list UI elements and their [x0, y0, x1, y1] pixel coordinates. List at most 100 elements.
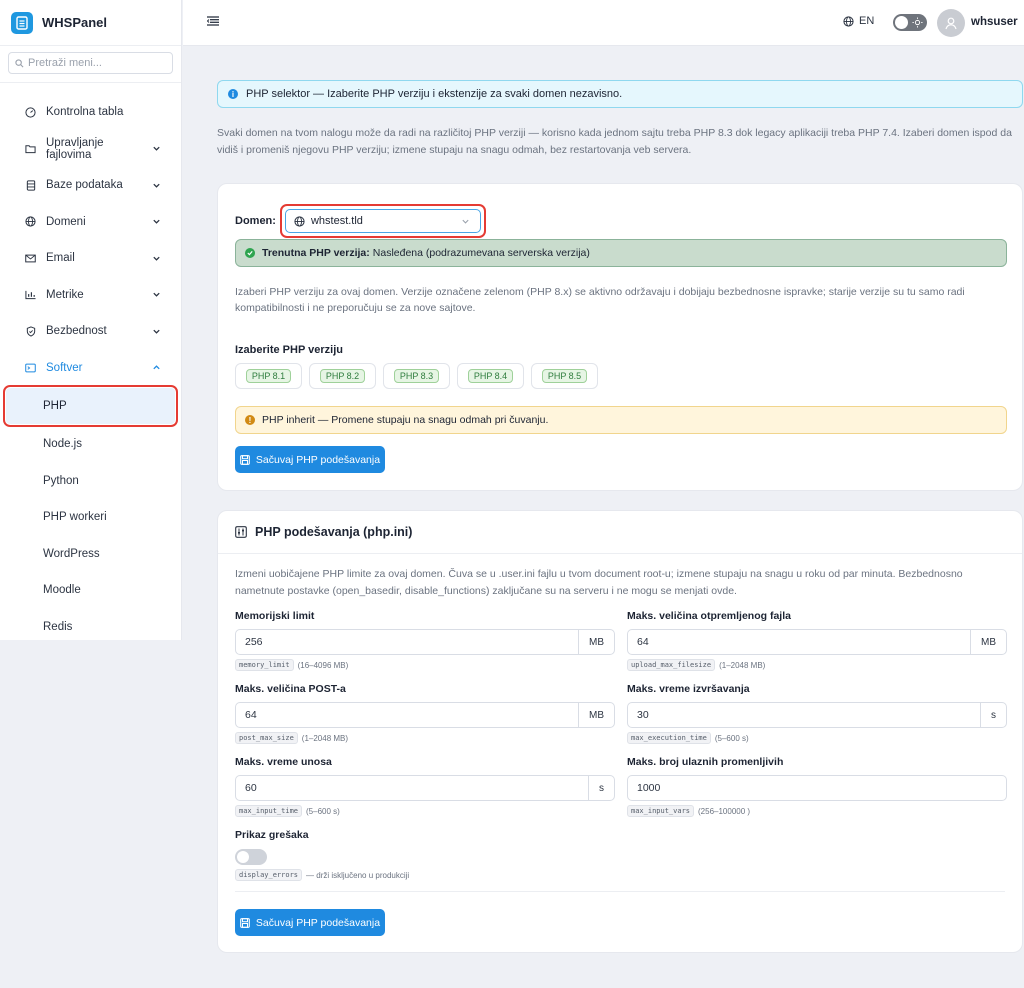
field-label: Maks. veličina POST-a [235, 683, 346, 695]
toggle-knob [237, 851, 249, 863]
version-option-php83[interactable]: PHP 8.3 [383, 363, 450, 389]
sidebar-item-databases[interactable]: Baze podataka [0, 167, 181, 204]
upload-max-filesize-input[interactable]: 64 MB [627, 629, 1007, 655]
sidebar-subitem-php[interactable]: PHP [3, 385, 178, 427]
input-value: 256 [245, 636, 263, 648]
current-version-label: Trenutna PHP verzija: [262, 247, 370, 259]
post-max-size-field: Maks. veličina POST-a 64 MB post_max_siz… [235, 683, 615, 744]
save-button-label: Sačuvaj PHP podešavanja [255, 916, 381, 929]
inherit-warning-alert: ! PHP inherit — Promene stupaju na snagu… [235, 406, 1007, 434]
sidebar-item-label: Kontrolna tabla [46, 106, 124, 119]
sidebar-item-dashboard[interactable]: Kontrolna tabla [0, 94, 181, 131]
sidebar-item-software[interactable]: Softver [0, 350, 181, 387]
domain-label: Domen: [235, 215, 276, 227]
sidebar-item-files[interactable]: Upravljanje fajlovima [0, 131, 181, 168]
toggle-knob [895, 16, 908, 29]
chevron-up-icon [153, 365, 160, 370]
chevron-down-icon [462, 219, 469, 224]
input-unit: s [980, 703, 1006, 727]
current-version-value: Nasleđena (podrazumevana serverska verzi… [372, 247, 590, 259]
max-input-vars-input[interactable]: 1000 [627, 775, 1007, 801]
version-option-php82[interactable]: PHP 8.2 [309, 363, 376, 389]
sidebar-subitem-nodejs[interactable]: Node.js [0, 426, 181, 463]
input-unit: MB [970, 630, 1006, 654]
input-value: 64 [245, 709, 257, 721]
sidebar-item-domains[interactable]: Domeni [0, 204, 181, 241]
sidebar-item-label: Email [46, 252, 75, 265]
chart-icon [25, 289, 36, 300]
field-label: Memorijski limit [235, 610, 315, 622]
max-input-time-field: Maks. vreme unosa 60 s max_input_time (5–… [235, 756, 615, 817]
post-max-size-input[interactable]: 64 MB [235, 702, 615, 728]
save-button-label: Sačuvaj PHP podešavanja [255, 453, 381, 466]
sidebar-subitem-wordpress[interactable]: WordPress [0, 536, 181, 573]
range-hint: (1–2048 MB) [719, 660, 766, 670]
field-hint: display_errors — drži isključeno u produk… [235, 869, 615, 881]
sidebar-subitem-php-workers[interactable]: PHP workeri [0, 499, 181, 536]
range-hint: (5–600 s) [714, 733, 749, 743]
sidebar-subitem-moodle[interactable]: Moodle [0, 572, 181, 609]
field-hint: post_max_size (1–2048 MB) [235, 732, 615, 744]
chevron-down-icon [153, 146, 160, 151]
theme-toggle[interactable] [893, 14, 927, 31]
sidebar-item-label: Bezbednost [46, 325, 107, 338]
save-php-ini-button[interactable]: Sačuvaj PHP podešavanja [235, 909, 385, 936]
domain-select-value: whstest.tld [310, 215, 363, 227]
username[interactable]: whsuser [971, 16, 1018, 28]
version-option-php84[interactable]: PHP 8.4 [457, 363, 524, 389]
mail-icon [25, 253, 36, 264]
sidebar-item-email[interactable]: Email [0, 240, 181, 277]
sidebar-item-metrics[interactable]: Metrike [0, 277, 181, 314]
input-value: 1000 [637, 782, 661, 794]
sidebar-item-label: Metrike [46, 288, 84, 301]
display-errors-toggle[interactable] [235, 849, 267, 865]
sidebar: WHSPanel Pretraži meni... Kontrolna tabl… [0, 0, 182, 640]
info-icon: i [228, 89, 238, 99]
brand[interactable]: WHSPanel [0, 0, 181, 46]
save-php-version-button[interactable]: Sačuvaj PHP podešavanja [235, 446, 385, 473]
field-label: Prikaz grešaka [235, 829, 309, 841]
current-version-alert: Trenutna PHP verzija: Nasleđena (podrazu… [235, 239, 1007, 267]
language-switcher[interactable]: EN [843, 15, 874, 27]
globe-icon [843, 15, 854, 27]
ini-key: memory_limit [235, 659, 294, 671]
input-unit: MB [578, 703, 614, 727]
field-hint: memory_limit (16–4096 MB) [235, 659, 615, 671]
field-label: Maks. vreme unosa [235, 756, 332, 768]
field-label: Maks. broj ulaznih promenljivih [627, 756, 784, 768]
domain-select[interactable]: whstest.tld [284, 209, 481, 233]
menu-search-input[interactable]: Pretraži meni... [8, 52, 173, 74]
page-description: Svaki domen na tvom nalogu može da radi … [217, 127, 1012, 156]
sidebar-subitem-python[interactable]: Python [0, 463, 181, 500]
memory-limit-field: Memorijski limit 256 MB memory_limit (16–… [235, 610, 615, 671]
max-input-time-input[interactable]: 60 s [235, 775, 615, 801]
sidebar-item-label: Upravljanje fajlovima [46, 136, 104, 161]
version-option-php85[interactable]: PHP 8.5 [531, 363, 598, 389]
menu-toggle-icon[interactable] [207, 16, 219, 26]
version-tag: PHP 8.2 [319, 369, 366, 383]
brand-name: WHSPanel [42, 15, 108, 30]
max-execution-time-input[interactable]: 30 s [627, 702, 1007, 728]
input-unit: s [588, 776, 614, 800]
sidebar-subitem-redis[interactable]: Redis [0, 609, 181, 646]
range-hint: (5–600 s) [306, 806, 340, 816]
divider [235, 891, 1005, 892]
sidebar-menu: Kontrolna tabla Upravljanje fajlovima Ba… [0, 83, 181, 645]
range-hint: (256–100000 ) [698, 806, 751, 816]
domain-select-highlight: whstest.tld [279, 204, 486, 238]
max-execution-time-field: Maks. vreme izvršavanja 30 s max_executi… [627, 683, 1007, 744]
menu-search-placeholder: Pretraži meni... [28, 57, 102, 69]
save-icon [240, 454, 250, 465]
save-icon [240, 917, 250, 928]
version-tag: PHP 8.5 [541, 369, 588, 383]
max-input-vars-field: Maks. broj ulaznih promenljivih 1000 max… [627, 756, 1007, 817]
memory-limit-input[interactable]: 256 MB [235, 629, 615, 655]
sidebar-item-security[interactable]: Bezbednost [0, 313, 181, 350]
user-avatar[interactable] [937, 9, 965, 37]
field-hint: max_input_vars (256–100000 ) [627, 805, 1007, 817]
database-icon [25, 180, 36, 191]
globe-icon [294, 215, 305, 227]
php-ini-title: PHP podešavanja (php.ini) [255, 525, 413, 539]
version-option-php81[interactable]: PHP 8.1 [235, 363, 302, 389]
search-icon [15, 58, 24, 67]
